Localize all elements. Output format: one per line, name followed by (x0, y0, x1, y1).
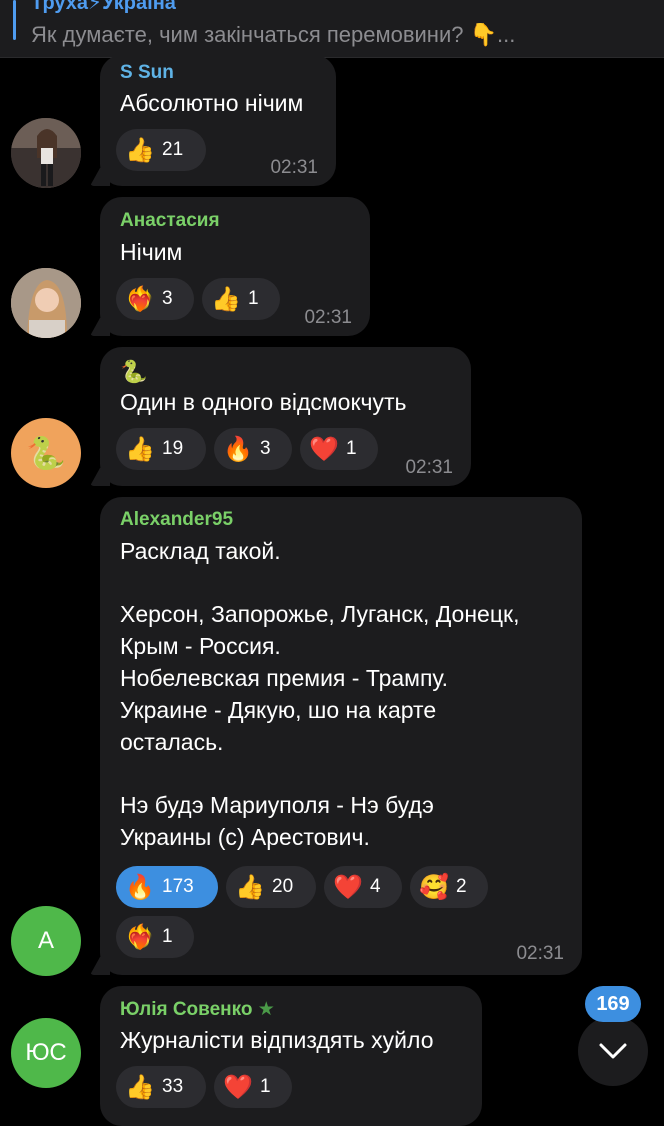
reaction-chip[interactable]: ❤️ 1 (214, 1066, 292, 1108)
reaction-chip[interactable]: 🔥 3 (214, 428, 292, 470)
reaction-count: 1 (346, 438, 357, 459)
message-bubble[interactable]: Alexander95 Расклад такой. Херсон, Запор… (90, 497, 582, 975)
reaction-count: 21 (162, 139, 184, 160)
reaction-chip[interactable]: 🥰 2 (410, 866, 488, 908)
message-text-line: Нобелевская премия - Трампу. (120, 665, 449, 691)
message-text-line: Нэ будэ Мариуполя - Нэ будэ (120, 792, 434, 818)
message-text-line: Украины (с) Арестович. (120, 824, 370, 850)
sender-name[interactable]: Юлія Совенко ★ (120, 998, 275, 1021)
fire-icon: 🔥 (223, 435, 253, 463)
reply-message-text: Як думаєте, чим закінчаться перемовини? … (31, 22, 516, 47)
reaction-count: 2 (456, 876, 467, 897)
message-time: 02:31 (304, 307, 352, 328)
message-bubble[interactable]: 🐍 Один в одного відсмокчуть 👍 19 🔥 3 ❤️ … (90, 347, 471, 486)
message-time: 02:31 (270, 157, 318, 178)
star-icon: ★ (257, 999, 275, 1020)
message-text-line: Крым - Россия. (120, 633, 281, 659)
thumbs-up-icon: 👍 (125, 136, 155, 164)
reaction-count: 20 (272, 876, 294, 897)
smiling-face-hearts-icon: 🥰 (419, 873, 449, 901)
reaction-count: 1 (248, 288, 259, 309)
scroll-to-bottom-button[interactable] (578, 1016, 648, 1086)
thumbs-up-icon: 👍 (235, 873, 265, 901)
sender-name-text: Юлія Совенко (120, 999, 253, 1020)
message-time: 02:31 (516, 943, 564, 964)
message-text: Нічим (120, 239, 183, 265)
avatar-initials: A (37, 927, 54, 954)
reaction-chip[interactable]: 👍 1 (202, 278, 280, 320)
heart-icon: ❤️ (309, 435, 339, 463)
avatar-photo-icon (11, 118, 81, 188)
reaction-count: 1 (162, 926, 173, 947)
sender-name[interactable]: Анастасия (120, 210, 220, 232)
message-text-line: Расклад такой. (120, 538, 281, 564)
reaction-chip-active[interactable]: 🔥 173 (116, 866, 218, 908)
reaction-count: 4 (370, 876, 381, 897)
avatar-yulia-sovenko[interactable]: ЮС (11, 1018, 81, 1088)
reaction-count: 1 (260, 1076, 271, 1097)
reaction-chip[interactable]: 👍 20 (226, 866, 316, 908)
message-text: Журналісти відпиздять хуйло (120, 1027, 434, 1053)
avatar-initials: ЮС (25, 1039, 67, 1066)
thumbs-up-icon: 👍 (125, 435, 155, 463)
message-text-line: Херсон, Запорожье, Луганск, Донецк, (120, 601, 520, 627)
avatar-alexander95[interactable]: A (11, 906, 81, 976)
thumbs-up-icon: 👍 (125, 1073, 155, 1101)
fire-icon: 🔥 (125, 873, 155, 901)
message-text-line: Украине - Дякую, шо на карте (120, 697, 437, 723)
reaction-count: 173 (162, 876, 194, 897)
reply-channel-title: Труха⚡Україна (31, 0, 176, 14)
avatar-snake[interactable]: 🐍 (11, 418, 81, 488)
avatar-photo-icon (11, 268, 81, 338)
unread-count-badge: 169 (585, 986, 641, 1022)
reaction-count: 19 (162, 438, 184, 459)
avatar-anastasia[interactable] (11, 268, 81, 338)
message-bubble[interactable]: S Sun Абсолютно нічим 👍 21 02:31 (90, 55, 336, 186)
message-text-line: осталась. (120, 729, 224, 755)
reaction-count: 3 (162, 288, 173, 309)
message-bubble[interactable]: Юлія Совенко ★ Журналісти відпиздять хуй… (100, 986, 482, 1126)
message-text: Абсолютно нічим (120, 90, 304, 116)
sender-name[interactable]: 🐍 (120, 359, 147, 385)
message-text: Один в одного відсмокчуть (120, 389, 407, 415)
heart-icon: ❤️ (223, 1073, 253, 1101)
snake-icon: 🐍 (26, 435, 66, 471)
reaction-count: 3 (260, 438, 271, 459)
message-time: 02:31 (405, 457, 453, 478)
reaction-chip[interactable]: ❤️‍🔥 3 (116, 278, 194, 320)
message-bubble[interactable]: Анастасия Нічим ❤️‍🔥 3 👍 1 02:31 (90, 197, 370, 336)
reply-accent-line (13, 0, 16, 40)
reaction-count: 33 (162, 1076, 184, 1097)
reaction-chip[interactable]: ❤️ 4 (324, 866, 402, 908)
reply-preview-bar[interactable]: Труха⚡Україна Як думаєте, чим закінчатьс… (0, 0, 664, 58)
reaction-chip[interactable]: 👍 21 (116, 129, 206, 171)
chevron-down-icon (599, 1043, 627, 1059)
heart-icon: ❤️ (333, 873, 363, 901)
reaction-chip[interactable]: 👍 19 (116, 428, 206, 470)
avatar-s-sun[interactable] (11, 118, 81, 188)
reaction-chip[interactable]: ❤️‍🔥 1 (116, 916, 194, 958)
sender-name[interactable]: S Sun (120, 62, 174, 84)
sender-name[interactable]: Alexander95 (120, 509, 233, 531)
heart-on-fire-icon: ❤️‍🔥 (125, 923, 155, 951)
heart-on-fire-icon: ❤️‍🔥 (125, 285, 155, 313)
reaction-chip[interactable]: 👍 33 (116, 1066, 206, 1108)
thumbs-up-icon: 👍 (211, 285, 241, 313)
reaction-chip[interactable]: ❤️ 1 (300, 428, 378, 470)
